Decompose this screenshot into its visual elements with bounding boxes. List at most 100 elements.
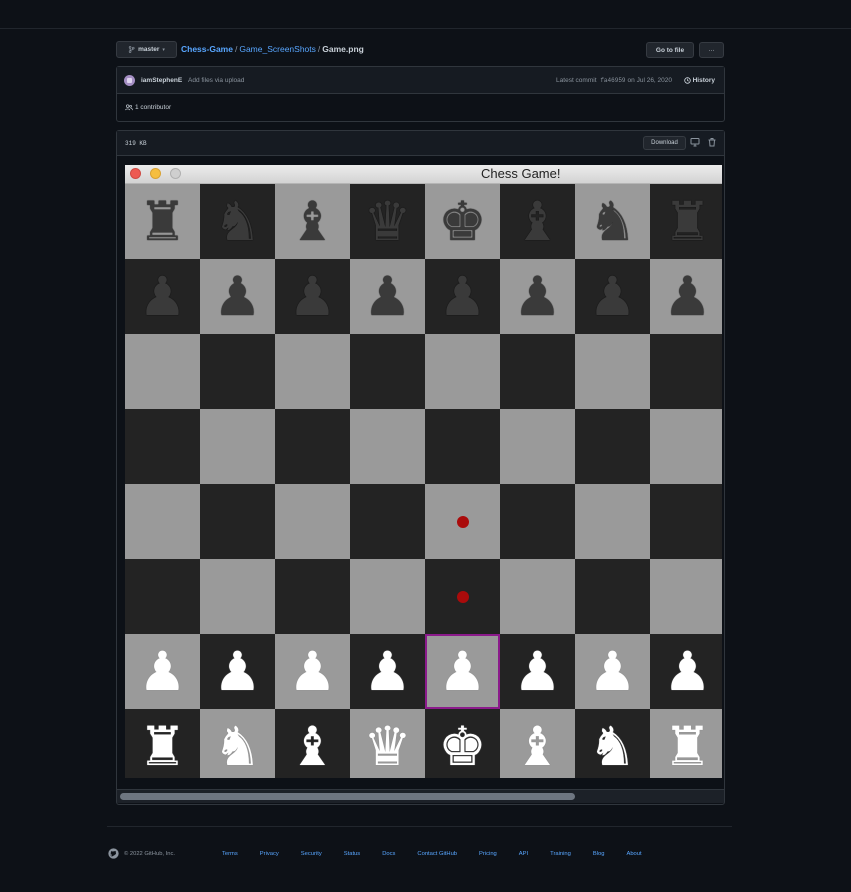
footer-link-about[interactable]: About — [626, 851, 641, 857]
black-pawn-piece[interactable]: ♟ — [363, 269, 411, 324]
black-rook-piece[interactable]: ♜ — [663, 194, 711, 249]
board-square[interactable] — [500, 559, 575, 634]
footer-link-training[interactable]: Training — [550, 851, 571, 857]
white-rook-piece[interactable]: ♜ — [138, 719, 186, 774]
white-queen-piece[interactable]: ♛ — [363, 719, 411, 774]
commit-sha[interactable]: fa46959 — [598, 77, 627, 84]
scrollbar-thumb[interactable] — [120, 793, 575, 800]
board-square[interactable] — [200, 334, 275, 409]
footer-link-privacy[interactable]: Privacy — [260, 851, 279, 857]
board-square[interactable]: ♞ — [575, 709, 650, 778]
contributors[interactable]: 1 contributor — [125, 104, 171, 111]
board-square[interactable]: ♟ — [575, 634, 650, 709]
white-pawn-piece[interactable]: ♟ — [138, 644, 186, 699]
black-knight-piece[interactable]: ♞ — [588, 194, 636, 249]
board-square[interactable] — [650, 484, 722, 559]
board-square[interactable]: ♛ — [350, 709, 425, 778]
black-queen-piece[interactable]: ♛ — [363, 194, 411, 249]
board-square[interactable]: ♟ — [425, 634, 500, 709]
white-pawn-piece[interactable]: ♟ — [363, 644, 411, 699]
board-square[interactable] — [575, 559, 650, 634]
board-square[interactable] — [275, 334, 350, 409]
board-square[interactable] — [350, 334, 425, 409]
footer-link-contact-github[interactable]: Contact GitHub — [417, 851, 457, 857]
desktop-icon[interactable] — [690, 137, 700, 147]
board-square[interactable]: ♟ — [500, 634, 575, 709]
board-square[interactable]: ♞ — [200, 184, 275, 259]
download-button[interactable]: Download — [643, 136, 686, 150]
board-square[interactable] — [650, 409, 722, 484]
horizontal-scrollbar[interactable] — [117, 789, 724, 803]
board-square[interactable]: ♟ — [200, 634, 275, 709]
board-square[interactable]: ♝ — [500, 709, 575, 778]
footer-link-security[interactable]: Security — [301, 851, 322, 857]
trash-icon[interactable] — [707, 137, 717, 147]
board-square[interactable] — [125, 409, 200, 484]
board-square[interactable] — [575, 334, 650, 409]
board-square[interactable] — [425, 334, 500, 409]
board-square[interactable]: ♟ — [275, 634, 350, 709]
board-square[interactable]: ♟ — [650, 634, 722, 709]
black-bishop-piece[interactable]: ♝ — [513, 194, 561, 249]
board-square[interactable]: ♟ — [125, 259, 200, 334]
board-square[interactable] — [575, 409, 650, 484]
footer-link-status[interactable]: Status — [344, 851, 360, 857]
board-square[interactable] — [650, 334, 722, 409]
black-pawn-piece[interactable]: ♟ — [213, 269, 261, 324]
board-square[interactable]: ♜ — [125, 184, 200, 259]
board-square[interactable]: ♟ — [350, 634, 425, 709]
board-square[interactable] — [350, 484, 425, 559]
board-square[interactable] — [500, 334, 575, 409]
white-bishop-piece[interactable]: ♝ — [288, 719, 336, 774]
board-square[interactable]: ♟ — [200, 259, 275, 334]
board-square[interactable] — [500, 484, 575, 559]
board-square[interactable]: ♚ — [425, 709, 500, 778]
board-square[interactable]: ♟ — [425, 259, 500, 334]
board-square[interactable]: ♞ — [200, 709, 275, 778]
footer-link-pricing[interactable]: Pricing — [479, 851, 497, 857]
black-pawn-piece[interactable]: ♟ — [288, 269, 336, 324]
history-link[interactable]: History — [683, 77, 715, 84]
branch-select-button[interactable]: master ▾ — [116, 41, 177, 58]
black-pawn-piece[interactable]: ♟ — [438, 269, 486, 324]
board-square[interactable]: ♜ — [125, 709, 200, 778]
white-pawn-piece[interactable]: ♟ — [663, 644, 711, 699]
board-square[interactable]: ♟ — [275, 259, 350, 334]
board-square[interactable] — [650, 559, 722, 634]
breadcrumb-repo-link[interactable]: Chess-Game — [181, 44, 233, 54]
commit-author[interactable]: iamStephenE — [141, 77, 182, 84]
board-square[interactable] — [200, 484, 275, 559]
black-king-piece[interactable]: ♚ — [438, 194, 486, 249]
board-square[interactable] — [275, 559, 350, 634]
more-options-button[interactable]: ··· — [699, 42, 724, 58]
board-square[interactable] — [500, 409, 575, 484]
breadcrumb-folder-link[interactable]: Game_ScreenShots — [239, 44, 316, 54]
board-square[interactable] — [425, 484, 500, 559]
white-pawn-piece[interactable]: ♟ — [513, 644, 561, 699]
white-pawn-piece[interactable]: ♟ — [438, 644, 486, 699]
footer-link-blog[interactable]: Blog — [593, 851, 605, 857]
white-pawn-piece[interactable]: ♟ — [213, 644, 261, 699]
board-square[interactable] — [275, 484, 350, 559]
board-square[interactable]: ♞ — [575, 184, 650, 259]
board-square[interactable] — [350, 559, 425, 634]
board-square[interactable] — [200, 559, 275, 634]
black-knight-piece[interactable]: ♞ — [213, 194, 261, 249]
board-square[interactable] — [275, 409, 350, 484]
board-square[interactable]: ♜ — [650, 709, 722, 778]
commit-message[interactable]: Add files via upload — [188, 77, 244, 84]
board-square[interactable]: ♟ — [125, 634, 200, 709]
board-square[interactable]: ♚ — [425, 184, 500, 259]
white-rook-piece[interactable]: ♜ — [663, 719, 711, 774]
board-square[interactable] — [425, 409, 500, 484]
move-hint-dot[interactable] — [456, 515, 469, 528]
black-bishop-piece[interactable]: ♝ — [288, 194, 336, 249]
black-pawn-piece[interactable]: ♟ — [588, 269, 636, 324]
white-king-piece[interactable]: ♚ — [438, 719, 486, 774]
github-logo-icon[interactable] — [108, 848, 119, 859]
white-knight-piece[interactable]: ♞ — [588, 719, 636, 774]
minimize-window-button[interactable] — [150, 168, 161, 179]
board-square[interactable]: ♟ — [650, 259, 722, 334]
board-square[interactable] — [200, 409, 275, 484]
board-square[interactable]: ♝ — [275, 709, 350, 778]
